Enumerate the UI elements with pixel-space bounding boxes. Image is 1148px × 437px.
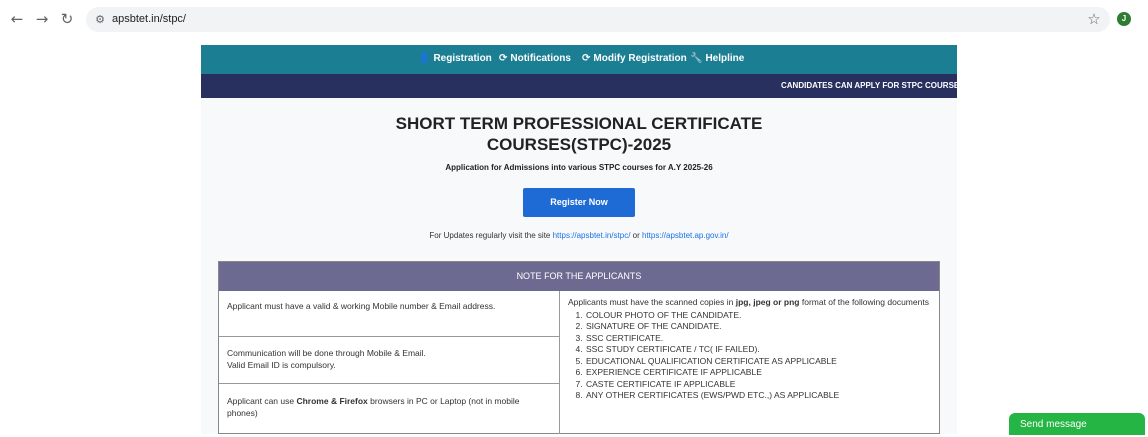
list-item: EDUCATIONAL QUALIFICATION CERTIFICATE AS… (585, 356, 932, 368)
stpc-site-link[interactable]: https://apsbtet.in/stpc/ (553, 231, 631, 240)
wrench-icon: 🔧 (690, 53, 703, 64)
address-bar[interactable]: ⚙ apsbtet.in/stpc/ (86, 7, 1110, 32)
list-item: ANY OTHER CERTIFICATES (EWS/PWD ETC.,) A… (585, 390, 932, 402)
note-right-column: Applicants must have the scanned copies … (561, 291, 939, 434)
intro-bold-text: jpg, jpeg or png (735, 297, 800, 307)
nav-registration[interactable]: 👤 Registration (418, 53, 492, 67)
site-settings-icon[interactable]: ⚙ (92, 12, 108, 27)
cell-line: Communication will be done through Mobil… (227, 348, 426, 358)
forward-arrow-icon[interactable]: → (33, 10, 51, 28)
bookmark-star-icon[interactable]: ☆ (1085, 10, 1103, 28)
cell-bold-text: Chrome & Firefox (296, 396, 368, 406)
note-left-column: Applicant must have a valid & working Mo… (219, 291, 560, 434)
url-text[interactable]: apsbtet.in/stpc/ (112, 13, 186, 25)
ticker-text: CANDIDATES CAN APPLY FOR STPC COURSES T (781, 81, 957, 90)
note-cell-mobile-email: Applicant must have a valid & working Mo… (219, 291, 560, 337)
user-icon: 👤 (418, 53, 431, 64)
cell-text: Applicant can use (227, 396, 297, 406)
list-item: CASTE CERTIFICATE IF APPLICABLE (585, 379, 932, 391)
send-message-button[interactable]: Send message (1009, 413, 1145, 435)
list-item: SSC CERTIFICATE. (585, 333, 932, 345)
documents-list: COLOUR PHOTO OF THE CANDIDATE. SIGNATURE… (585, 310, 932, 402)
back-arrow-icon[interactable]: ← (8, 10, 26, 28)
page-content: 👤 Registration ⟳ Notifications ⟳ Modify Reg… (201, 45, 957, 434)
list-item: COLOUR PHOTO OF THE CANDIDATE. (585, 310, 932, 322)
list-item: SIGNATURE OF THE CANDIDATE. (585, 321, 932, 333)
updates-or: or (630, 231, 642, 240)
title-line-1: SHORT TERM PROFESSIONAL CERTIFICATE (395, 114, 763, 133)
profile-avatar[interactable]: J (1117, 12, 1131, 26)
nav-label: Notifications (510, 53, 571, 64)
page-title: SHORT TERM PROFESSIONAL CERTIFICATE COUR… (201, 113, 957, 155)
cell-line: Valid Email ID is compulsory. (227, 360, 336, 370)
nav-helpline[interactable]: 🔧 Helpline (690, 53, 744, 67)
page-subtitle: Application for Admissions into various … (445, 163, 713, 172)
note-heading: NOTE FOR THE APPLICANTS (219, 262, 939, 291)
register-now-button[interactable]: Register Now (523, 188, 635, 217)
nav-label: Helpline (705, 53, 745, 64)
browser-toolbar: ← → ↻ ⚙ apsbtet.in/stpc/ ☆ J (0, 0, 1148, 38)
updates-text: For Updates regularly visit the site htt… (201, 231, 957, 240)
note-cell-communication: Communication will be done through Mobil… (219, 337, 560, 384)
list-item: SSC STUDY CERTIFICATE / TC( IF FAILED). (585, 344, 932, 356)
nav-label: Modify Registration (593, 53, 687, 64)
nav-notifications[interactable]: ⟳ Notifications (499, 53, 571, 67)
list-item: EXPERIENCE CERTIFICATE IF APPLICABLE (585, 367, 932, 379)
note-table: NOTE FOR THE APPLICANTS Applicant must h… (218, 261, 940, 434)
updates-prefix: For Updates regularly visit the site (429, 231, 553, 240)
announcement-ticker: CANDIDATES CAN APPLY FOR STPC COURSES T (201, 74, 957, 98)
refresh-icon: ⟳ (499, 53, 508, 64)
apsbtet-site-link[interactable]: https://apsbtet.ap.gov.in/ (642, 231, 729, 240)
top-navigation: 👤 Registration ⟳ Notifications ⟳ Modify Reg… (201, 45, 957, 74)
documents-intro: Applicants must have the scanned copies … (568, 297, 932, 309)
refresh-icon: ⟳ (582, 53, 591, 64)
note-cell-browsers: Applicant can use Chrome & Firefox brows… (219, 384, 560, 434)
title-line-2: COURSES(STPC)-2025 (486, 135, 672, 154)
intro-text: format of the following documents (799, 297, 929, 307)
nav-modify-registration[interactable]: ⟳ Modify Registration (582, 53, 687, 67)
nav-label: Registration (433, 53, 492, 64)
reload-icon[interactable]: ↻ (58, 10, 76, 28)
intro-text: Applicants must have the scanned copies … (568, 297, 736, 307)
